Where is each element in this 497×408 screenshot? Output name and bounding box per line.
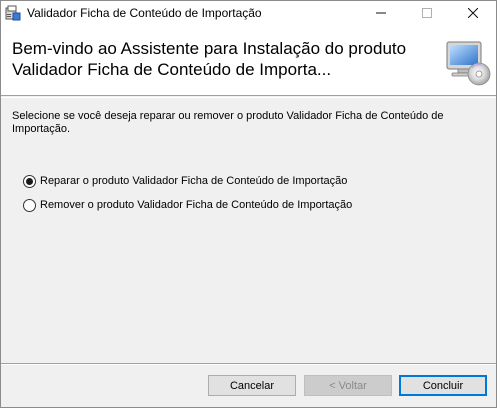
- header-divider: [1, 97, 496, 98]
- repair-option[interactable]: Reparar o produto Validador Ficha de Con…: [23, 173, 347, 189]
- computer-cd-icon: [441, 36, 493, 88]
- title-bar[interactable]: Validador Ficha de Conteúdo de Importaçã…: [1, 1, 496, 25]
- installer-window: Validador Ficha de Conteúdo de Importaçã…: [0, 0, 497, 408]
- instruction-text: Selecione se você deseja reparar ou remo…: [12, 110, 444, 135]
- repair-option-label[interactable]: Reparar o produto Validador Ficha de Con…: [40, 175, 347, 187]
- close-icon: [468, 8, 478, 18]
- maximize-icon: [422, 8, 432, 18]
- window-title: Validador Ficha de Conteúdo de Importaçã…: [27, 6, 262, 20]
- wizard-header: Bem-vindo ao Assistente para Instalação …: [1, 25, 496, 96]
- minimize-button[interactable]: [358, 1, 404, 25]
- maximize-button[interactable]: [404, 1, 450, 25]
- back-button[interactable]: < Voltar: [304, 375, 392, 396]
- remove-option-label[interactable]: Remover o produto Validador Ficha de Con…: [40, 199, 352, 211]
- finish-button[interactable]: Concluir: [399, 375, 487, 396]
- minimize-icon: [376, 12, 386, 14]
- page-title: Bem-vindo ao Assistente para Instalação …: [12, 39, 407, 79]
- repair-radio[interactable]: [23, 174, 36, 188]
- remove-radio[interactable]: [23, 198, 36, 212]
- close-button[interactable]: [450, 1, 496, 25]
- footer-divider-highlight: [1, 364, 496, 365]
- remove-option[interactable]: Remover o produto Validador Ficha de Con…: [23, 197, 352, 213]
- cancel-button[interactable]: Cancelar: [208, 375, 296, 396]
- installer-icon: [5, 5, 21, 21]
